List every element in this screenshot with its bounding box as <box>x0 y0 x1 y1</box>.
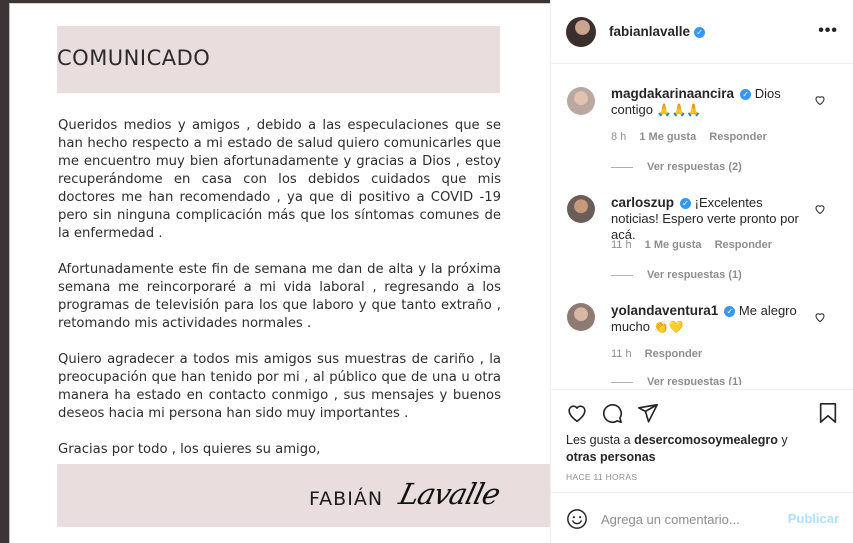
owner-username-text[interactable]: fabianlavalle <box>609 24 690 39</box>
verified-badge-icon: ✓ <box>694 27 706 38</box>
like-comment-heart-icon[interactable] <box>814 94 826 106</box>
comment-emoji: 🙏🙏🙏 <box>656 103 702 117</box>
commenter-avatar[interactable] <box>567 303 595 331</box>
comment-composer: Publicar <box>551 492 853 543</box>
comment-input[interactable] <box>601 508 781 530</box>
share-paper-plane-icon[interactable] <box>637 402 659 424</box>
view-replies-label[interactable]: Ver respuestas (2) <box>647 161 742 173</box>
view-replies-button[interactable]: Ver respuestas (1) <box>611 376 742 385</box>
view-replies-button[interactable]: Ver respuestas (2) <box>611 161 742 173</box>
comment-text: carloszup ✓ ¡Excelentes noticias! Espero … <box>611 195 811 243</box>
view-replies-label[interactable]: Ver respuestas (1) <box>647 376 742 385</box>
verified-badge-icon: ✓ <box>680 198 692 209</box>
comment-meta: 11 h Responder <box>611 348 712 360</box>
likes-prefix: Les gusta a <box>566 433 635 447</box>
replies-divider <box>611 381 633 383</box>
post-actions: Les gusta a desercomosoymealegro y otras… <box>551 389 853 543</box>
statement-body: Queridos medios y amigos , debido a las … <box>58 117 501 477</box>
comment-text: yolandaventura1 ✓ Me alegro mucho 👏💛 <box>611 303 811 335</box>
verified-badge-icon: ✓ <box>724 306 736 317</box>
statement-sheet: COMUNICADO Queridos medios y amigos , de… <box>9 3 551 543</box>
comment-likes[interactable]: 1 Me gusta <box>645 239 702 251</box>
statement-closing: Gracias por todo , los quieres su amigo, <box>58 442 321 457</box>
comment-meta: 8 h 1 Me gusta Responder <box>611 131 777 143</box>
statement-paragraph: Quiero agradecer a todos mis amigos sus … <box>58 352 501 421</box>
reply-button[interactable]: Responder <box>715 239 772 251</box>
replies-divider <box>611 274 633 276</box>
comment-time[interactable]: 8 h <box>611 131 626 143</box>
more-options-icon[interactable]: ••• <box>818 22 838 40</box>
liker-username[interactable]: desercomosoymealegro <box>634 433 778 447</box>
likes-others-link[interactable]: otras personas <box>566 450 656 464</box>
likes-conjunction: y <box>777 433 788 447</box>
post-side-panel: fabianlavalle ✓ ••• magdakarinaancira ✓ Di… <box>550 0 853 543</box>
like-heart-icon[interactable] <box>566 402 588 424</box>
replies-divider <box>611 166 633 168</box>
heading-band: COMUNICADO <box>57 26 500 93</box>
signature-band: FABIÁN Lavalle <box>57 464 551 527</box>
signature-first-name: FABIÁN <box>309 488 384 510</box>
comment-time[interactable]: 11 h <box>611 239 632 251</box>
comment-bubble-icon[interactable] <box>601 402 623 424</box>
commenter-username[interactable]: magdakarinaancira <box>611 86 734 101</box>
commenter-username[interactable]: yolandaventura1 <box>611 303 718 318</box>
commenter-username[interactable]: carloszup <box>611 195 674 210</box>
reply-button[interactable]: Responder <box>645 348 702 360</box>
owner-avatar[interactable] <box>566 17 596 47</box>
post-header: fabianlavalle ✓ ••• <box>551 0 853 64</box>
comments-list[interactable]: magdakarinaancira ✓ Dios contigo 🙏🙏🙏 8 h … <box>551 65 853 385</box>
statement-heading: COMUNICADO <box>57 46 211 70</box>
reply-button[interactable]: Responder <box>709 131 766 143</box>
comment-meta: 11 h 1 Me gusta Responder <box>611 239 782 251</box>
publish-button[interactable]: Publicar <box>788 511 839 526</box>
comment-likes[interactable]: 1 Me gusta <box>639 131 696 143</box>
emoji-picker-icon[interactable] <box>566 508 588 530</box>
comment-text: magdakarinaancira ✓ Dios contigo 🙏🙏🙏 <box>611 86 811 118</box>
save-bookmark-icon[interactable] <box>818 402 838 424</box>
comment-emoji: 👏💛 <box>653 320 684 334</box>
commenter-avatar[interactable] <box>567 87 595 115</box>
post-image[interactable]: COMUNICADO Queridos medios y amigos , de… <box>0 0 551 543</box>
comment-time[interactable]: 11 h <box>611 348 632 360</box>
like-comment-heart-icon[interactable] <box>814 203 826 215</box>
signature-script: Lavalle <box>395 477 504 511</box>
statement-paragraph: Queridos medios y amigos , debido a las … <box>58 118 501 241</box>
view-replies-button[interactable]: Ver respuestas (1) <box>611 269 742 281</box>
view-replies-label[interactable]: Ver respuestas (1) <box>647 269 742 281</box>
owner-username[interactable]: fabianlavalle ✓ <box>609 24 706 39</box>
verified-badge-icon: ✓ <box>740 89 752 100</box>
like-comment-heart-icon[interactable] <box>814 311 826 323</box>
commenter-avatar[interactable] <box>567 195 595 223</box>
likes-summary: Les gusta a desercomosoymealegro y otras… <box>566 432 806 466</box>
statement-paragraph: Afortunadamente este fin de semana me da… <box>58 262 501 331</box>
post-timestamp[interactable]: HACE 11 HORAS <box>566 472 637 482</box>
